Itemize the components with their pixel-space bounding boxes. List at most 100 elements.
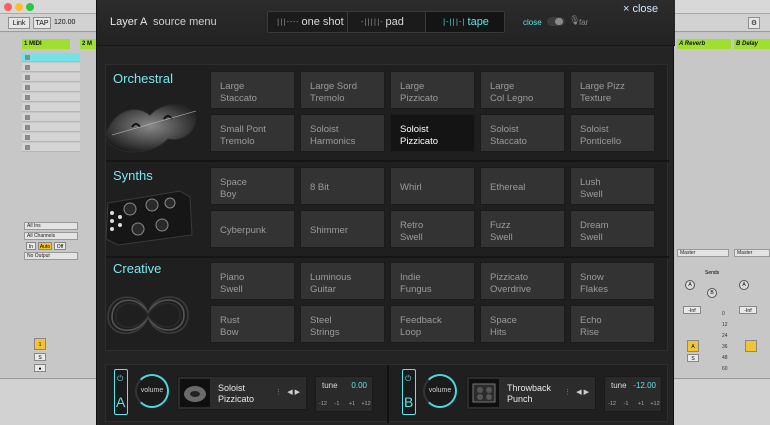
- tile-large-staccato[interactable]: Large Staccato: [210, 71, 295, 109]
- clip-slot[interactable]: [22, 63, 80, 72]
- return-track-delay[interactable]: B Delay: [734, 39, 770, 49]
- tune-plus-1-button[interactable]: +1: [634, 401, 648, 407]
- master-output-select[interactable]: Master: [677, 249, 729, 257]
- monitor-off-button[interactable]: Off: [54, 242, 66, 250]
- tune-step-buttons: -12 -1 +1 +12: [605, 401, 663, 411]
- master-output-select[interactable]: Master: [734, 249, 770, 257]
- category-orchestral: Orchestral: [113, 71, 173, 86]
- tile-lush-swell[interactable]: Lush Swell: [570, 167, 655, 205]
- tile-feedback-loop[interactable]: Feedback Loop: [390, 305, 475, 343]
- send-a-knob[interactable]: A: [685, 280, 695, 290]
- send-b-knob[interactable]: B: [707, 288, 717, 298]
- tile-8-bit[interactable]: 8 Bit: [300, 167, 385, 205]
- tile-soloist-pizzicato[interactable]: Soloist Pizzicato: [390, 114, 475, 152]
- mode-tape[interactable]: |-|||-| tape: [426, 12, 504, 32]
- clip-slot[interactable]: [22, 123, 80, 132]
- tile-soloist-harmonics[interactable]: Soloist Harmonics: [300, 114, 385, 152]
- layer-a-volume-knob[interactable]: volume: [135, 374, 169, 408]
- tile-large-pizzicato[interactable]: Large Pizzicato: [390, 71, 475, 109]
- track-activator-button[interactable]: A: [687, 340, 699, 352]
- clip-slot[interactable]: [22, 73, 80, 82]
- solo-button[interactable]: S: [34, 353, 46, 361]
- input-channel-select[interactable]: All Channels: [24, 232, 78, 240]
- tile-cyberpunk[interactable]: Cyberpunk: [210, 210, 295, 248]
- tune-value[interactable]: -12.00: [633, 381, 656, 390]
- volume-readout[interactable]: -Inf: [683, 306, 701, 314]
- tile-small-pont-tremolo[interactable]: Small Pont Tremolo: [210, 114, 295, 152]
- tile-fuzz-swell[interactable]: Fuzz Swell: [480, 210, 565, 248]
- layer-b-volume-knob[interactable]: volume: [423, 374, 457, 408]
- volume-readout[interactable]: -Inf: [739, 306, 757, 314]
- layer-b-preset-selector[interactable]: Throwback Punch ⋮ ◀ ▶: [466, 376, 596, 410]
- layer-a-power-button[interactable]: ⏻ A: [114, 369, 128, 415]
- footer-divider: [387, 365, 389, 423]
- tile-large-col-legno[interactable]: Large Col Legno: [480, 71, 565, 109]
- tile-indie-fungus[interactable]: Indie Fungus: [390, 262, 475, 300]
- clip-slot[interactable]: [22, 53, 80, 62]
- track-activator-button[interactable]: [745, 340, 757, 352]
- tile-shimmer[interactable]: Shimmer: [300, 210, 385, 248]
- monitor-auto-button[interactable]: Auto: [38, 242, 52, 250]
- tile-space-boy[interactable]: Space Boy: [210, 167, 295, 205]
- tune-minus-12-button[interactable]: -12: [605, 401, 619, 407]
- tile-ethereal[interactable]: Ethereal: [480, 167, 565, 205]
- settings-gear-icon[interactable]: ⚙: [748, 17, 760, 29]
- tune-minus-12-button[interactable]: -12: [316, 401, 330, 407]
- zoom-window-icon[interactable]: [26, 3, 34, 11]
- tune-plus-12-button[interactable]: +12: [359, 401, 373, 407]
- tile-pizzicato-overdrive[interactable]: Pizzicato Overdrive: [480, 262, 565, 300]
- clip-slot[interactable]: [22, 83, 80, 92]
- close-source-menu-button[interactable]: × close: [623, 3, 658, 15]
- tile-rust-bow[interactable]: Rust Bow: [210, 305, 295, 343]
- mode-one-shot[interactable]: |||---- one shot: [268, 12, 348, 32]
- preset-arrows-icon[interactable]: ◀ ▶: [287, 388, 300, 396]
- record-arm-button[interactable]: ●: [34, 364, 46, 372]
- tap-tempo-button[interactable]: TAP: [33, 17, 51, 29]
- monitor-in-button[interactable]: In: [26, 242, 36, 250]
- drag-handle-icon: ⋮: [275, 389, 282, 396]
- mic-position-toggle[interactable]: [547, 17, 565, 26]
- tempo-field[interactable]: 120.00: [54, 17, 75, 29]
- tile-steel-strings[interactable]: Steel Strings: [300, 305, 385, 343]
- tile-piano-swell[interactable]: Piano Swell: [210, 262, 295, 300]
- tile-space-hits[interactable]: Space Hits: [480, 305, 565, 343]
- tile-dream-swell[interactable]: Dream Swell: [570, 210, 655, 248]
- tile-soloist-staccato[interactable]: Soloist Staccato: [480, 114, 565, 152]
- tune-minus-1-button[interactable]: -1: [619, 401, 633, 407]
- tile-large-sord-tremolo[interactable]: Large Sord Tremolo: [300, 71, 385, 109]
- layer-b-power-button[interactable]: ⏻ B: [402, 369, 416, 415]
- tile-retro-swell[interactable]: Retro Swell: [390, 210, 475, 248]
- tile-soloist-ponticello[interactable]: Soloist Ponticello: [570, 114, 655, 152]
- tile-luminous-guitar[interactable]: Luminous Guitar: [300, 262, 385, 300]
- minimize-window-icon[interactable]: [15, 3, 23, 11]
- output-select[interactable]: No Output: [24, 252, 78, 260]
- input-type-select[interactable]: All Ins: [24, 222, 78, 230]
- preset-name: Soloist Pizzicato: [218, 383, 255, 404]
- tune-plus-1-button[interactable]: +1: [345, 401, 359, 407]
- clip-slot[interactable]: [22, 133, 80, 142]
- clip-slot[interactable]: [22, 113, 80, 122]
- tune-value[interactable]: 0.00: [351, 381, 367, 390]
- preset-arrows-icon[interactable]: ◀ ▶: [576, 388, 589, 396]
- layer-a-preset-selector[interactable]: Soloist Pizzicato ⋮ ◀ ▶: [177, 376, 307, 410]
- tile-echo-rise[interactable]: Echo Rise: [570, 305, 655, 343]
- source-menu-title: source menu: [153, 16, 217, 28]
- clip-slot[interactable]: [22, 143, 80, 152]
- clip-slot[interactable]: [22, 103, 80, 112]
- solo-button[interactable]: S: [687, 354, 699, 362]
- track-header-2[interactable]: 2 M: [80, 39, 96, 49]
- category-divider: [106, 256, 669, 258]
- tune-plus-12-button[interactable]: +12: [648, 401, 662, 407]
- mode-pad[interactable]: -|||||- pad: [348, 12, 426, 32]
- send-a-knob[interactable]: A: [739, 280, 749, 290]
- close-window-icon[interactable]: [4, 3, 12, 11]
- track-activator-button[interactable]: 1: [34, 338, 46, 350]
- tile-snow-flakes[interactable]: Snow Flakes: [570, 262, 655, 300]
- tile-whirl[interactable]: Whirl: [390, 167, 475, 205]
- clip-slot[interactable]: [22, 93, 80, 102]
- track-header-midi[interactable]: 1 MIDI: [22, 39, 70, 49]
- return-track-reverb[interactable]: A Reverb: [677, 39, 731, 49]
- tile-large-pizz-texture[interactable]: Large Pizz Texture: [570, 71, 655, 109]
- tune-minus-1-button[interactable]: -1: [330, 401, 344, 407]
- link-button[interactable]: Link: [8, 17, 30, 29]
